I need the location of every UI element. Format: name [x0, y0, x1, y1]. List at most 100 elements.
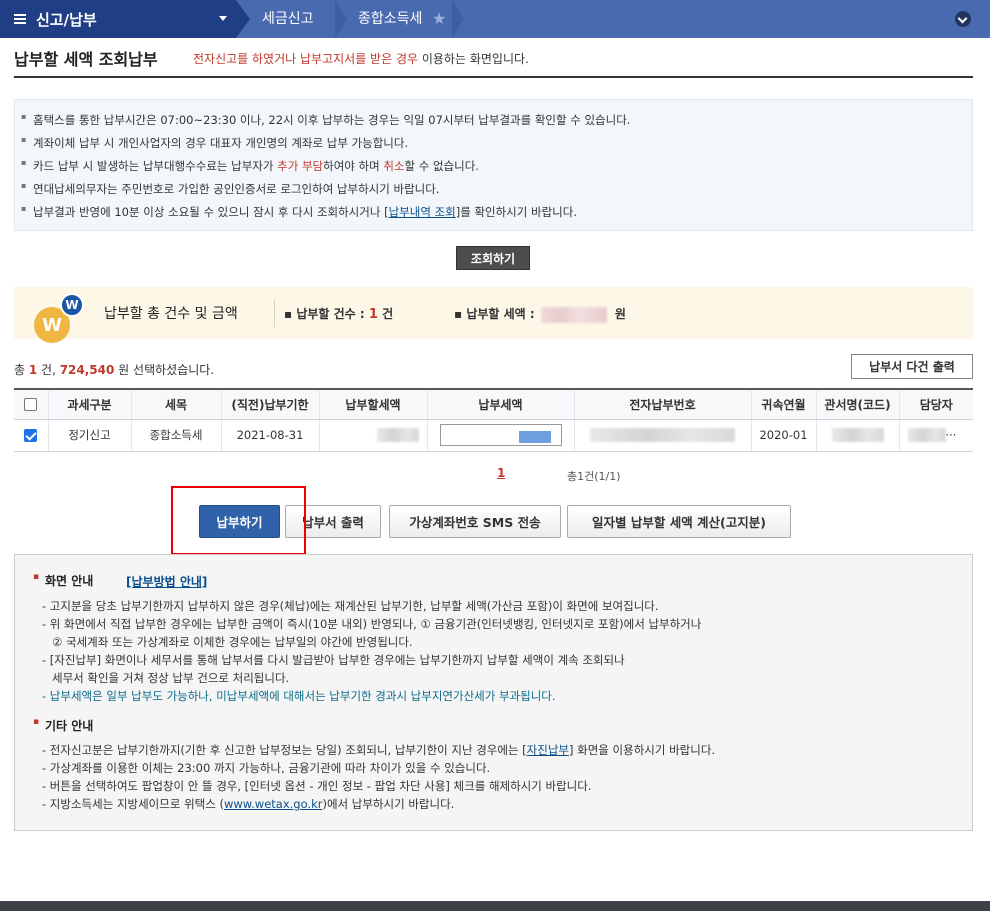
column-header: 납부세액: [426, 388, 574, 420]
payment-table: 과세구분 세목 (직전)납부기한 납부할세액 납부세액 전자납부번호 귀속연월 …: [14, 388, 973, 452]
summary-count-label: 납부할 건수 :: [296, 307, 369, 321]
guide-line: - 고지분을 당초 납부기한까지 납부하지 않은 경우(체납)에는 재계산된 납…: [42, 599, 659, 613]
column-header: 관서명(코드): [815, 388, 899, 420]
notice-highlight: 추가 부담: [277, 159, 324, 173]
notice-item: 카드 납부 시 발생하는 납부대행수수료는 납부자가 추가 부담하여야 하며 취…: [21, 158, 479, 174]
nav-menu-dropdown[interactable]: 신고/납부: [0, 0, 236, 38]
payment-history-link[interactable]: 납부내역 조회: [389, 205, 456, 219]
notice-item: 계좌이체 납부 시 개인사업자의 경우 대표자 개인명의 계좌로 납부 가능합니…: [21, 135, 408, 151]
cell-manager-ellipsis: ···: [945, 427, 957, 442]
column-header: 세목: [130, 388, 221, 420]
column-header: 전자납부번호: [573, 388, 751, 420]
redacted-value: [376, 428, 419, 443]
page-title: 납부할 세액 조회납부: [14, 50, 158, 69]
row-select[interactable]: [14, 419, 48, 452]
payment-method-link[interactable]: [납부방법 안내]: [126, 573, 207, 590]
redacted-amount: [540, 306, 607, 323]
nav-main-label: 신고/납부: [36, 10, 97, 29]
cell-e-payment-number: [573, 419, 751, 452]
summary-count-unit: 건: [377, 307, 394, 321]
row-checkbox[interactable]: [24, 429, 38, 442]
guide-line: - 위 화면에서 직접 납부한 경우에는 납부한 금액이 즉시(10분 내외) …: [42, 617, 702, 631]
guide-text: ] 화면을 이용하시기 바랍니다.: [569, 743, 716, 757]
breadcrumb-item-tax-filing[interactable]: 세금신고: [262, 0, 314, 38]
wetax-link[interactable]: www.wetax.go.kr: [224, 797, 323, 811]
expand-icon[interactable]: [955, 11, 971, 27]
summary-count-value: 1: [368, 307, 378, 322]
table-row: 정기신고 종합소득세 2021-08-31 2020-01 ···: [14, 419, 973, 452]
summary-panel: W W 납부할 총 건수 및 금액 ▪ 납부할 건수 : 1 건 ▪ 납부할 세…: [14, 287, 973, 343]
column-header: (직전)납부기한: [220, 388, 319, 420]
guide-line: - 전자신고분은 납부기한까지(기한 후 신고한 납부정보는 당일) 조회되니,…: [42, 742, 715, 758]
query-button[interactable]: 조회하기: [456, 246, 530, 270]
highlight-box: [171, 486, 306, 555]
selection-summary: 총 1 건, 724,540 원 선택하셨습니다.: [14, 361, 214, 378]
cell-manager: ···: [898, 419, 973, 452]
breadcrumb-separator: [452, 0, 464, 38]
daily-tax-calc-button[interactable]: 일자별 납부할 세액 계산(고지분): [567, 505, 791, 538]
notice-item: 연대납세의무자는 주민번호로 가입한 공인인증서로 로그인하여 납부하시기 바랍…: [21, 181, 439, 197]
selection-text: 원 선택하셨습니다.: [114, 363, 215, 377]
notice-item: 납부결과 반영에 10분 이상 소요될 수 있으니 잠시 후 다시 조회하시거나…: [21, 204, 577, 220]
summary-tax-label: 납부할 세액 :: [466, 307, 539, 321]
title-divider: [14, 76, 973, 78]
summary-tax: ▪ 납부할 세액 : 원: [454, 306, 626, 323]
guide-section-title: 기타 안내: [33, 717, 93, 734]
select-all-checkbox[interactable]: [24, 398, 38, 412]
cell-office: [815, 419, 899, 452]
summary-count: ▪ 납부할 건수 : 1 건: [284, 307, 394, 322]
notice-text: 할 수 없습니다.: [404, 159, 479, 173]
menu-icon: [14, 14, 26, 24]
guide-line: - 가상계좌를 이용한 이체는 23:00 까지 가능하나, 금융기관에 따라 …: [42, 761, 491, 775]
selection-amount: 724,540: [59, 363, 115, 377]
logo-small: W: [60, 293, 84, 317]
summary-title: 납부할 총 건수 및 금액: [104, 306, 238, 322]
header-select-all[interactable]: [14, 388, 48, 420]
guide-text: - 지방소득세는 지방세이므로 위택스 (: [42, 797, 224, 811]
cell-pay-amount: [426, 419, 574, 452]
column-header: 과세구분: [47, 388, 131, 420]
guide-line: - 납부세액은 일부 납부도 가능하나, 미납부세액에 대해서는 납부기한 경과…: [42, 689, 556, 703]
table-header-row: 과세구분 세목 (직전)납부기한 납부할세액 납부세액 전자납부번호 귀속연월 …: [14, 388, 973, 420]
guide-box: 화면 안내 [납부방법 안내] - 고지분을 당초 납부기한까지 납부하지 않은…: [14, 554, 973, 831]
notice-text: 하여야 하며: [323, 159, 384, 173]
page-subtitle-highlight: 전자신고를 하였거나 납부고지서를 받은 경우: [193, 52, 419, 66]
redacted-value: [831, 428, 884, 443]
redacted-value: [518, 431, 551, 443]
self-payment-link[interactable]: 자진납부: [527, 743, 569, 757]
selection-count: 1: [28, 363, 38, 377]
star-icon[interactable]: ★: [432, 9, 446, 28]
redacted-value: [590, 428, 735, 443]
notice-item: 홈택스를 통한 납부시간은 07:00~23:30 이나, 22시 이후 납부하…: [21, 112, 630, 128]
notice-highlight: 취소: [383, 159, 405, 173]
wetax-logo: W W: [34, 293, 86, 343]
breadcrumb-item-income-tax[interactable]: 종합소득세: [358, 0, 422, 38]
column-header: 담당자: [898, 388, 973, 420]
cell-tax-type: 정기신고: [47, 419, 131, 452]
redacted-value: [907, 428, 946, 443]
column-header: 귀속연월: [750, 388, 816, 420]
guide-text: - 전자신고분은 납부기한까지(기한 후 신고한 납부정보는 당일) 조회되니,…: [42, 743, 527, 757]
notice-text: 납부결과 반영에 10분 이상 소요될 수 있으니 잠시 후 다시 조회하시거나…: [33, 205, 389, 219]
guide-line: - [자진납부] 화면이나 세무서를 통해 납부서를 다시 발급받아 납부한 경…: [42, 653, 625, 667]
top-nav-bar: 신고/납부 세금신고 종합소득세 ★: [0, 0, 990, 38]
selection-text: 건,: [37, 363, 60, 377]
breadcrumb-separator: [335, 0, 347, 38]
cell-period: 2020-01: [750, 419, 816, 452]
page-subtitle: 전자신고를 하였거나 납부고지서를 받은 경우 이용하는 화면입니다.: [193, 50, 529, 67]
cell-due-date: 2021-08-31: [220, 419, 319, 452]
selection-text: 총: [14, 363, 29, 377]
pay-amount-input[interactable]: [439, 424, 562, 446]
page-link[interactable]: 1: [497, 466, 505, 480]
multi-print-button[interactable]: 납부서 다건 출력: [851, 354, 973, 379]
sms-virtual-account-button[interactable]: 가상계좌번호 SMS 전송: [389, 505, 561, 538]
breadcrumb-separator: [236, 0, 250, 38]
cell-tax-due: [318, 419, 427, 452]
guide-line: - 버튼을 선택하여도 팝업창이 안 뜰 경우, [인터넷 옵션 - 개인 정보…: [42, 779, 592, 793]
guide-line: 세무서 확인을 거쳐 정상 납부 건으로 처리됩니다.: [52, 671, 290, 685]
summary-divider: [274, 299, 275, 327]
guide-line: - 지방소득세는 지방세이므로 위택스 (www.wetax.go.kr)에서 …: [42, 796, 454, 812]
footer-bar: [0, 901, 990, 911]
notice-box: 홈택스를 통한 납부시간은 07:00~23:30 이나, 22시 이후 납부하…: [14, 99, 973, 231]
chevron-down-icon: [219, 16, 227, 21]
